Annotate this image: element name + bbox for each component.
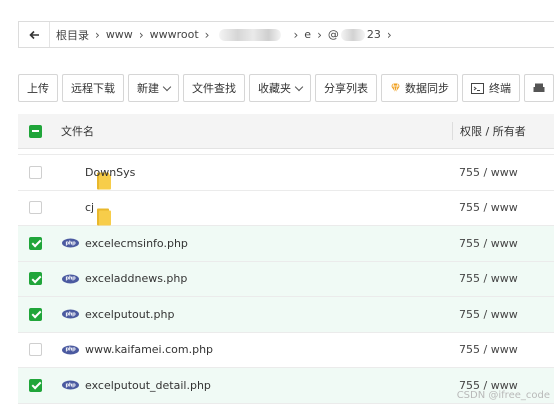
terminal-label: 终端 (489, 82, 511, 95)
folder-icon (97, 208, 111, 225)
row-checkbox[interactable] (29, 343, 42, 357)
file-name[interactable]: excelputout.php (85, 308, 174, 321)
php-file-icon: php (62, 309, 79, 319)
row-checkbox[interactable] (29, 201, 42, 215)
chevron-right-icon: › (204, 27, 210, 42)
breadcrumb-at[interactable]: @ (328, 28, 339, 41)
select-all-checkbox[interactable] (29, 124, 42, 138)
table-row[interactable]: php excelputout.php 755 / www (18, 297, 554, 333)
favorites-label: 收藏夹 (258, 82, 291, 95)
file-table: 文件名 权限 / 所有者 DownSys 755 / www cj 755 / … (18, 114, 554, 404)
php-file-icon: php (62, 274, 79, 284)
data-sync-button[interactable]: 数据同步 (381, 74, 458, 102)
new-dropdown-button[interactable]: 新建 (128, 74, 179, 102)
table-row[interactable]: cj 755 / www (18, 190, 554, 226)
file-permission[interactable]: 755 / www (459, 272, 518, 285)
php-file-icon: php (62, 238, 79, 248)
file-toolbar: 上传 远程下载 新建 文件查找 收藏夹 分享列表 数据同步 终端 (18, 74, 554, 102)
file-name[interactable]: excelputout_detail.php (85, 379, 211, 392)
column-header-name[interactable]: 文件名 (61, 123, 94, 139)
file-permission[interactable]: 755 / www (459, 343, 518, 356)
file-name[interactable]: cj (85, 201, 94, 214)
terminal-icon (471, 82, 484, 94)
chevron-right-icon: › (386, 27, 392, 42)
file-permission[interactable]: 755 / www (459, 308, 518, 321)
data-sync-label: 数据同步 (405, 82, 449, 95)
chevron-right-icon: › (138, 27, 144, 42)
table-row[interactable]: php excelecmsinfo.php 755 / www (18, 226, 554, 262)
redacted-segment (340, 28, 365, 41)
upload-label: 上传 (27, 82, 49, 95)
php-file-icon: php (62, 345, 79, 355)
back-button[interactable] (19, 22, 50, 47)
breadcrumb: 根目录 › www › wwwroot › › e › @ 23 › (50, 27, 398, 43)
table-row[interactable]: DownSys 755 / www (18, 155, 554, 191)
file-search-button[interactable]: 文件查找 (183, 74, 245, 102)
column-divider (452, 122, 453, 140)
row-checkbox[interactable] (29, 378, 42, 392)
file-name[interactable]: www.kaifamei.com.php (85, 343, 213, 356)
file-permission[interactable]: 755 / www (459, 237, 518, 250)
arrow-left-icon (28, 30, 39, 39)
file-permission[interactable]: 755 / www (459, 166, 518, 179)
breadcrumb-wwwroot[interactable]: wwwroot (150, 28, 199, 41)
table-row[interactable]: php www.kaifamei.com.php 755 / www (18, 332, 554, 368)
breadcrumb-e[interactable]: e (304, 28, 311, 41)
upload-button[interactable]: 上传 (18, 74, 58, 102)
breadcrumb-root[interactable]: 根目录 (56, 27, 89, 43)
share-list-label: 分享列表 (324, 82, 368, 95)
php-file-icon: php (62, 380, 79, 390)
file-name[interactable]: exceladdnews.php (85, 272, 187, 285)
file-search-label: 文件查找 (192, 82, 236, 95)
column-header-permission[interactable]: 权限 / 所有者 (460, 123, 526, 139)
diamond-icon (391, 83, 400, 93)
redacted-segment (219, 28, 282, 41)
breadcrumb-23[interactable]: 23 (367, 28, 381, 41)
favorites-dropdown-button[interactable]: 收藏夹 (249, 74, 311, 102)
chevron-down-icon (162, 82, 172, 91)
file-name[interactable]: DownSys (85, 166, 135, 179)
table-row[interactable]: php exceladdnews.php 755 / www (18, 261, 554, 297)
file-name[interactable]: excelecmsinfo.php (85, 237, 188, 250)
breadcrumb-www[interactable]: www (106, 28, 133, 41)
row-checkbox[interactable] (29, 272, 42, 286)
row-checkbox[interactable] (29, 307, 42, 321)
watermark: CSDN @ifree_code (456, 390, 550, 401)
chevron-right-icon: › (293, 27, 299, 42)
row-checkbox[interactable] (29, 165, 42, 179)
more-toolbar-button[interactable] (524, 74, 554, 102)
file-permission[interactable]: 755 / www (459, 201, 518, 214)
table-header: 文件名 权限 / 所有者 (18, 114, 554, 149)
share-list-button[interactable]: 分享列表 (315, 74, 377, 102)
row-checkbox[interactable] (29, 236, 42, 250)
remote-download-button[interactable]: 远程下载 (62, 74, 124, 102)
terminal-button[interactable]: 终端 (462, 74, 520, 102)
chevron-right-icon: › (317, 27, 322, 42)
path-bar: 根目录 › www › wwwroot › › e › @ 23 › (18, 21, 554, 48)
chevron-down-icon (294, 82, 304, 91)
printer-icon (533, 83, 545, 92)
chevron-right-icon: › (95, 27, 100, 42)
new-label: 新建 (137, 82, 159, 95)
remote-download-label: 远程下载 (71, 82, 115, 95)
